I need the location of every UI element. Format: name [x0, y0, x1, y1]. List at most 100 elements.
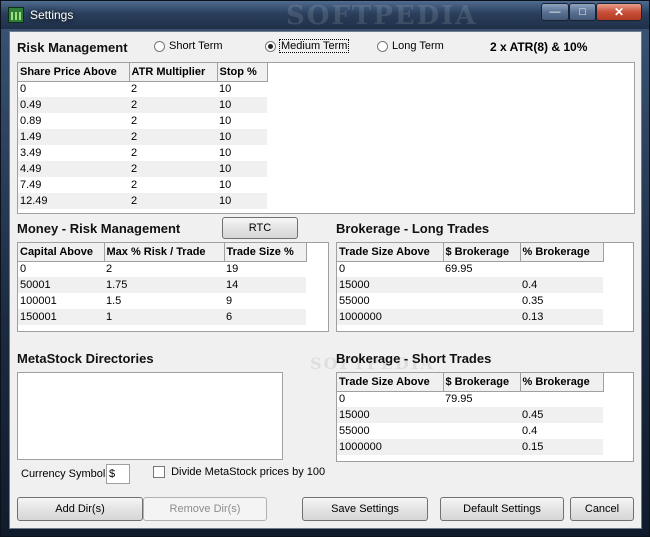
- table-row[interactable]: 1.49 2 10: [18, 129, 267, 145]
- table-cell[interactable]: 14: [224, 277, 306, 293]
- table-cell[interactable]: 7.49: [18, 177, 129, 193]
- money-table-grid[interactable]: Capital Above Max % Risk / Trade Trade S…: [17, 242, 329, 332]
- add-dir-button[interactable]: Add Dir(s): [17, 497, 143, 521]
- table-cell[interactable]: 2: [129, 145, 217, 161]
- radio-short-term[interactable]: Short Term: [154, 40, 223, 52]
- table-row[interactable]: 7.49 2 10: [18, 177, 267, 193]
- maximize-button[interactable]: □: [569, 3, 596, 21]
- table-cell[interactable]: 0.89: [18, 113, 129, 129]
- table-cell[interactable]: [443, 439, 520, 455]
- default-settings-button[interactable]: Default Settings: [440, 497, 564, 521]
- table-row[interactable]: 150001 1 6: [18, 309, 306, 325]
- table-row[interactable]: 100001 1.5 9: [18, 293, 306, 309]
- table-cell[interactable]: 10: [217, 113, 267, 129]
- col-stop-percent[interactable]: Stop %: [217, 63, 268, 82]
- table-cell[interactable]: 55000: [337, 423, 443, 439]
- table-cell[interactable]: 0.4: [520, 277, 603, 293]
- col-atr-multiplier[interactable]: ATR Multiplier: [129, 63, 218, 82]
- table-cell[interactable]: 1.49: [18, 129, 129, 145]
- col-trade-size-percent[interactable]: Trade Size %: [224, 243, 307, 262]
- brokerage-short-table-grid[interactable]: Trade Size Above $ Brokerage % Brokerage…: [336, 372, 634, 462]
- divide-prices-checkbox-row[interactable]: Divide MetaStock prices by 100: [153, 466, 325, 479]
- table-cell[interactable]: 2: [104, 261, 224, 277]
- table-cell[interactable]: [520, 261, 603, 277]
- table-row[interactable]: 1000000 0.15: [337, 439, 603, 455]
- table-row[interactable]: 0 2 10: [18, 81, 267, 97]
- table-row[interactable]: 3.49 2 10: [18, 145, 267, 161]
- table-row[interactable]: 0 69.95: [337, 261, 603, 277]
- table-cell[interactable]: 9: [224, 293, 306, 309]
- table-row[interactable]: 15000 0.4: [337, 277, 603, 293]
- col-share-price-above[interactable]: Share Price Above: [18, 63, 130, 82]
- table-cell[interactable]: 6: [224, 309, 306, 325]
- table-cell[interactable]: 15000: [337, 407, 443, 423]
- table-cell[interactable]: 0.15: [520, 439, 603, 455]
- table-cell[interactable]: 0: [337, 261, 443, 277]
- table-cell[interactable]: 10: [217, 177, 267, 193]
- table-cell[interactable]: 15000: [337, 277, 443, 293]
- table-row[interactable]: 12.49 2 10: [18, 193, 267, 209]
- table-cell[interactable]: 0.45: [520, 407, 603, 423]
- table-row[interactable]: 4.49 2 10: [18, 161, 267, 177]
- table-row[interactable]: 0.49 2 10: [18, 97, 267, 113]
- table-cell[interactable]: 2: [129, 97, 217, 113]
- table-cell[interactable]: 4.49: [18, 161, 129, 177]
- table-cell[interactable]: 55000: [337, 293, 443, 309]
- table-cell[interactable]: 10: [217, 129, 267, 145]
- col-percent-brokerage[interactable]: % Brokerage: [520, 243, 604, 262]
- col-percent-brokerage[interactable]: % Brokerage: [520, 373, 604, 392]
- table-cell[interactable]: 0: [18, 81, 129, 97]
- table-cell[interactable]: 10: [217, 193, 267, 209]
- table-cell[interactable]: 10: [217, 81, 267, 97]
- table-cell[interactable]: 100001: [18, 293, 104, 309]
- table-cell[interactable]: 1000000: [337, 439, 443, 455]
- table-cell[interactable]: 69.95: [443, 261, 520, 277]
- table-cell[interactable]: 12.49: [18, 193, 129, 209]
- table-cell[interactable]: 1.75: [104, 277, 224, 293]
- table-cell[interactable]: 0.35: [520, 293, 603, 309]
- cancel-button[interactable]: Cancel: [570, 497, 634, 521]
- table-cell[interactable]: [443, 293, 520, 309]
- rtc-button[interactable]: RTC: [222, 217, 298, 239]
- title-bar[interactable]: Settings SOFTPEDIA — □ ✕: [1, 1, 649, 31]
- radio-medium-term-dot[interactable]: [265, 40, 276, 52]
- col-trade-size-above[interactable]: Trade Size Above: [337, 243, 444, 262]
- table-cell[interactable]: 1: [104, 309, 224, 325]
- table-cell[interactable]: 0.4: [520, 423, 603, 439]
- table-cell[interactable]: 10: [217, 97, 267, 113]
- close-button[interactable]: ✕: [596, 3, 642, 21]
- table-cell[interactable]: 10: [217, 145, 267, 161]
- table-cell[interactable]: 1000000: [337, 309, 443, 325]
- table-cell[interactable]: 0.13: [520, 309, 603, 325]
- metastock-directories-list[interactable]: [17, 372, 283, 460]
- table-cell[interactable]: 0.49: [18, 97, 129, 113]
- table-row[interactable]: 0 2 19: [18, 261, 306, 277]
- table-cell[interactable]: 150001: [18, 309, 104, 325]
- table-cell[interactable]: 3.49: [18, 145, 129, 161]
- table-row[interactable]: 1000000 0.13: [337, 309, 603, 325]
- radio-long-term-dot[interactable]: [377, 40, 388, 52]
- table-row[interactable]: 55000 0.35: [337, 293, 603, 309]
- table-cell[interactable]: 2: [129, 193, 217, 209]
- table-cell[interactable]: [443, 309, 520, 325]
- table-cell[interactable]: 19: [224, 261, 306, 277]
- remove-dir-button[interactable]: Remove Dir(s): [143, 497, 267, 521]
- table-cell[interactable]: 2: [129, 161, 217, 177]
- radio-long-term[interactable]: Long Term: [377, 40, 444, 52]
- table-cell[interactable]: 1.5: [104, 293, 224, 309]
- table-cell[interactable]: [443, 277, 520, 293]
- table-cell[interactable]: 50001: [18, 277, 104, 293]
- table-row[interactable]: 0 79.95: [337, 391, 603, 407]
- save-settings-button[interactable]: Save Settings: [302, 497, 428, 521]
- col-trade-size-above[interactable]: Trade Size Above: [337, 373, 444, 392]
- radio-short-term-dot[interactable]: [154, 40, 165, 52]
- table-cell[interactable]: 79.95: [443, 391, 520, 407]
- col-capital-above[interactable]: Capital Above: [18, 243, 105, 262]
- table-row[interactable]: 50001 1.75 14: [18, 277, 306, 293]
- radio-medium-term[interactable]: Medium Term: [265, 39, 350, 54]
- table-cell[interactable]: 10: [217, 161, 267, 177]
- table-cell[interactable]: [443, 423, 520, 439]
- divide-prices-checkbox[interactable]: [153, 466, 165, 479]
- table-cell[interactable]: 2: [129, 113, 217, 129]
- table-cell[interactable]: [520, 391, 603, 407]
